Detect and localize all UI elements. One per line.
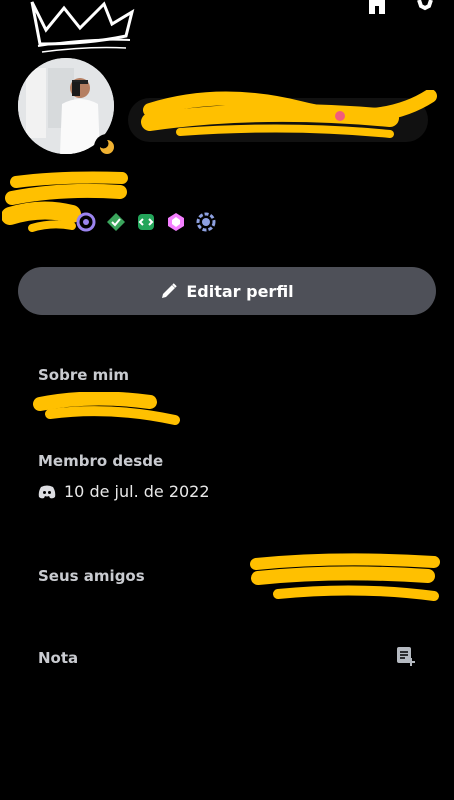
member-since-date: 10 de jul. de 2022 (64, 482, 210, 501)
member-since-label: Membro desde (38, 452, 164, 470)
about-me-redaction-scribble (33, 392, 180, 425)
active-dev-badge-icon[interactable] (136, 212, 156, 232)
badge-row (76, 212, 216, 232)
display-name-area[interactable] (128, 98, 428, 142)
pencil-icon (162, 283, 178, 298)
quest-badge-icon[interactable] (196, 212, 216, 232)
hypesquad-badge-icon[interactable] (106, 212, 126, 232)
about-me-label: Sobre mim (38, 366, 130, 384)
gear-icon[interactable] (414, 0, 436, 14)
friends-redaction-scribble (250, 553, 440, 601)
friends-label[interactable]: Seus amigos (38, 567, 145, 585)
avatar[interactable] (18, 58, 120, 160)
discord-icon (38, 485, 56, 498)
status-idle-icon (94, 134, 120, 160)
home-icon[interactable] (366, 0, 388, 14)
note-add-icon[interactable] (396, 646, 416, 666)
crown-decoration-icon (30, 1, 135, 53)
nitro-badge-icon[interactable] (76, 212, 96, 232)
edit-profile-button[interactable]: Editar perfil (18, 267, 436, 315)
note-label: Nota (38, 649, 79, 667)
member-since-row: 10 de jul. de 2022 (38, 482, 210, 501)
boost-badge-icon[interactable] (166, 212, 186, 232)
edit-profile-label: Editar perfil (186, 281, 294, 301)
top-icons (366, 0, 436, 14)
